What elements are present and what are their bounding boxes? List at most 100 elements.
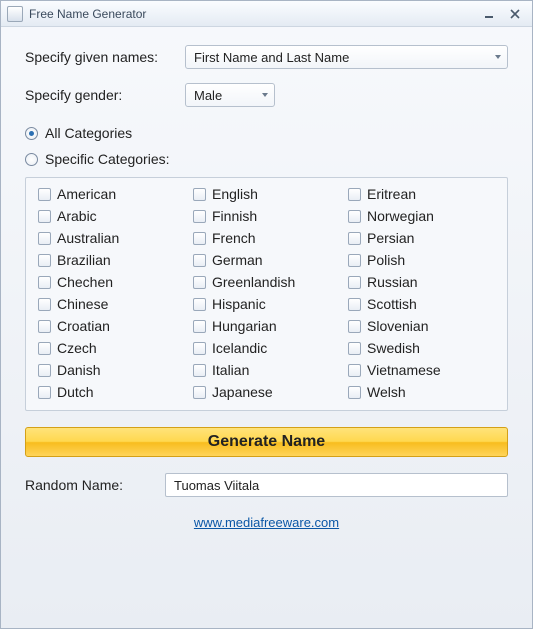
category-checkbox[interactable]: Vietnamese [348, 362, 495, 378]
category-label: Arabic [57, 208, 97, 224]
checkbox-icon [38, 386, 51, 399]
radio-icon [25, 127, 38, 140]
category-checkbox[interactable]: Scottish [348, 296, 495, 312]
generate-button[interactable]: Generate Name [25, 427, 508, 457]
random-name-field[interactable]: Tuomas Viitala [165, 473, 508, 497]
category-checkbox[interactable]: Welsh [348, 384, 495, 400]
category-label: Hispanic [212, 296, 266, 312]
category-checkbox[interactable]: German [193, 252, 340, 268]
minimize-icon [484, 9, 494, 19]
category-checkbox[interactable]: Chinese [38, 296, 185, 312]
category-label: Hungarian [212, 318, 277, 334]
category-label: Italian [212, 362, 249, 378]
radio-specific-categories[interactable]: Specific Categories: [25, 151, 508, 167]
category-checkbox[interactable]: Czech [38, 340, 185, 356]
output-label: Random Name: [25, 477, 165, 493]
radio-specific-label: Specific Categories: [45, 151, 170, 167]
category-label: Persian [367, 230, 414, 246]
category-checkbox[interactable]: Russian [348, 274, 495, 290]
category-label: Norwegian [367, 208, 434, 224]
checkbox-icon [348, 188, 361, 201]
category-checkbox[interactable]: Polish [348, 252, 495, 268]
category-label: Polish [367, 252, 405, 268]
category-label: Vietnamese [367, 362, 441, 378]
given-names-select[interactable]: First Name and Last Name [185, 45, 508, 69]
category-label: Icelandic [212, 340, 267, 356]
given-names-value: First Name and Last Name [194, 50, 349, 65]
gender-label: Specify gender: [25, 87, 185, 103]
category-checkbox[interactable]: French [193, 230, 340, 246]
category-checkbox[interactable]: Arabic [38, 208, 185, 224]
radio-all-categories[interactable]: All Categories [25, 125, 508, 141]
window-title: Free Name Generator [29, 7, 146, 21]
category-checkbox[interactable]: American [38, 186, 185, 202]
checkbox-icon [348, 298, 361, 311]
category-checkbox[interactable]: Finnish [193, 208, 340, 224]
checkbox-icon [348, 276, 361, 289]
category-label: Brazilian [57, 252, 111, 268]
close-icon [510, 9, 520, 19]
checkbox-icon [348, 320, 361, 333]
category-label: American [57, 186, 116, 202]
footer-link[interactable]: www.mediafreeware.com [194, 515, 339, 530]
minimize-button[interactable] [478, 6, 500, 22]
checkbox-icon [193, 342, 206, 355]
category-checkbox[interactable]: Hungarian [193, 318, 340, 334]
category-label: German [212, 252, 263, 268]
chevron-down-icon [262, 93, 268, 97]
category-label: Czech [57, 340, 97, 356]
checkbox-icon [193, 320, 206, 333]
random-name-value: Tuomas Viitala [174, 478, 259, 493]
given-names-label: Specify given names: [25, 49, 185, 65]
checkbox-icon [38, 364, 51, 377]
checkbox-icon [348, 342, 361, 355]
titlebar: Free Name Generator [1, 1, 532, 27]
checkbox-icon [193, 232, 206, 245]
checkbox-icon [193, 188, 206, 201]
category-checkbox[interactable]: Norwegian [348, 208, 495, 224]
generate-label: Generate Name [208, 433, 325, 451]
gender-select[interactable]: Male [185, 83, 275, 107]
category-checkbox[interactable]: Danish [38, 362, 185, 378]
category-checkbox[interactable]: Eritrean [348, 186, 495, 202]
checkbox-icon [193, 364, 206, 377]
category-label: English [212, 186, 258, 202]
footer: www.mediafreeware.com [25, 515, 508, 538]
checkbox-icon [38, 320, 51, 333]
category-checkbox[interactable]: Swedish [348, 340, 495, 356]
category-checkbox[interactable]: Dutch [38, 384, 185, 400]
close-button[interactable] [504, 6, 526, 22]
category-checkbox[interactable]: Hispanic [193, 296, 340, 312]
checkbox-icon [348, 210, 361, 223]
categories-panel: American English Eritrean Arabic Finnish Norw… [25, 177, 508, 411]
category-checkbox[interactable]: Brazilian [38, 252, 185, 268]
category-label: Dutch [57, 384, 94, 400]
checkbox-icon [348, 364, 361, 377]
category-checkbox[interactable]: Greenlandish [193, 274, 340, 290]
category-checkbox[interactable]: English [193, 186, 340, 202]
category-checkbox[interactable]: Italian [193, 362, 340, 378]
checkbox-icon [348, 254, 361, 267]
radio-all-label: All Categories [45, 125, 132, 141]
category-label: Finnish [212, 208, 257, 224]
category-checkbox[interactable]: Croatian [38, 318, 185, 334]
category-label: Chinese [57, 296, 108, 312]
category-label: Australian [57, 230, 119, 246]
category-label: Croatian [57, 318, 110, 334]
category-checkbox[interactable]: Persian [348, 230, 495, 246]
category-checkbox[interactable]: Japanese [193, 384, 340, 400]
checkbox-icon [348, 232, 361, 245]
app-window: Free Name Generator Specify given names:… [0, 0, 533, 629]
checkbox-icon [38, 210, 51, 223]
category-checkbox[interactable]: Icelandic [193, 340, 340, 356]
category-checkbox[interactable]: Chechen [38, 274, 185, 290]
chevron-down-icon [495, 55, 501, 59]
checkbox-icon [38, 342, 51, 355]
category-label: Scottish [367, 296, 417, 312]
checkbox-icon [193, 254, 206, 267]
category-checkbox[interactable]: Slovenian [348, 318, 495, 334]
checkbox-icon [193, 210, 206, 223]
category-label: Chechen [57, 274, 113, 290]
category-checkbox[interactable]: Australian [38, 230, 185, 246]
category-label: Eritrean [367, 186, 416, 202]
